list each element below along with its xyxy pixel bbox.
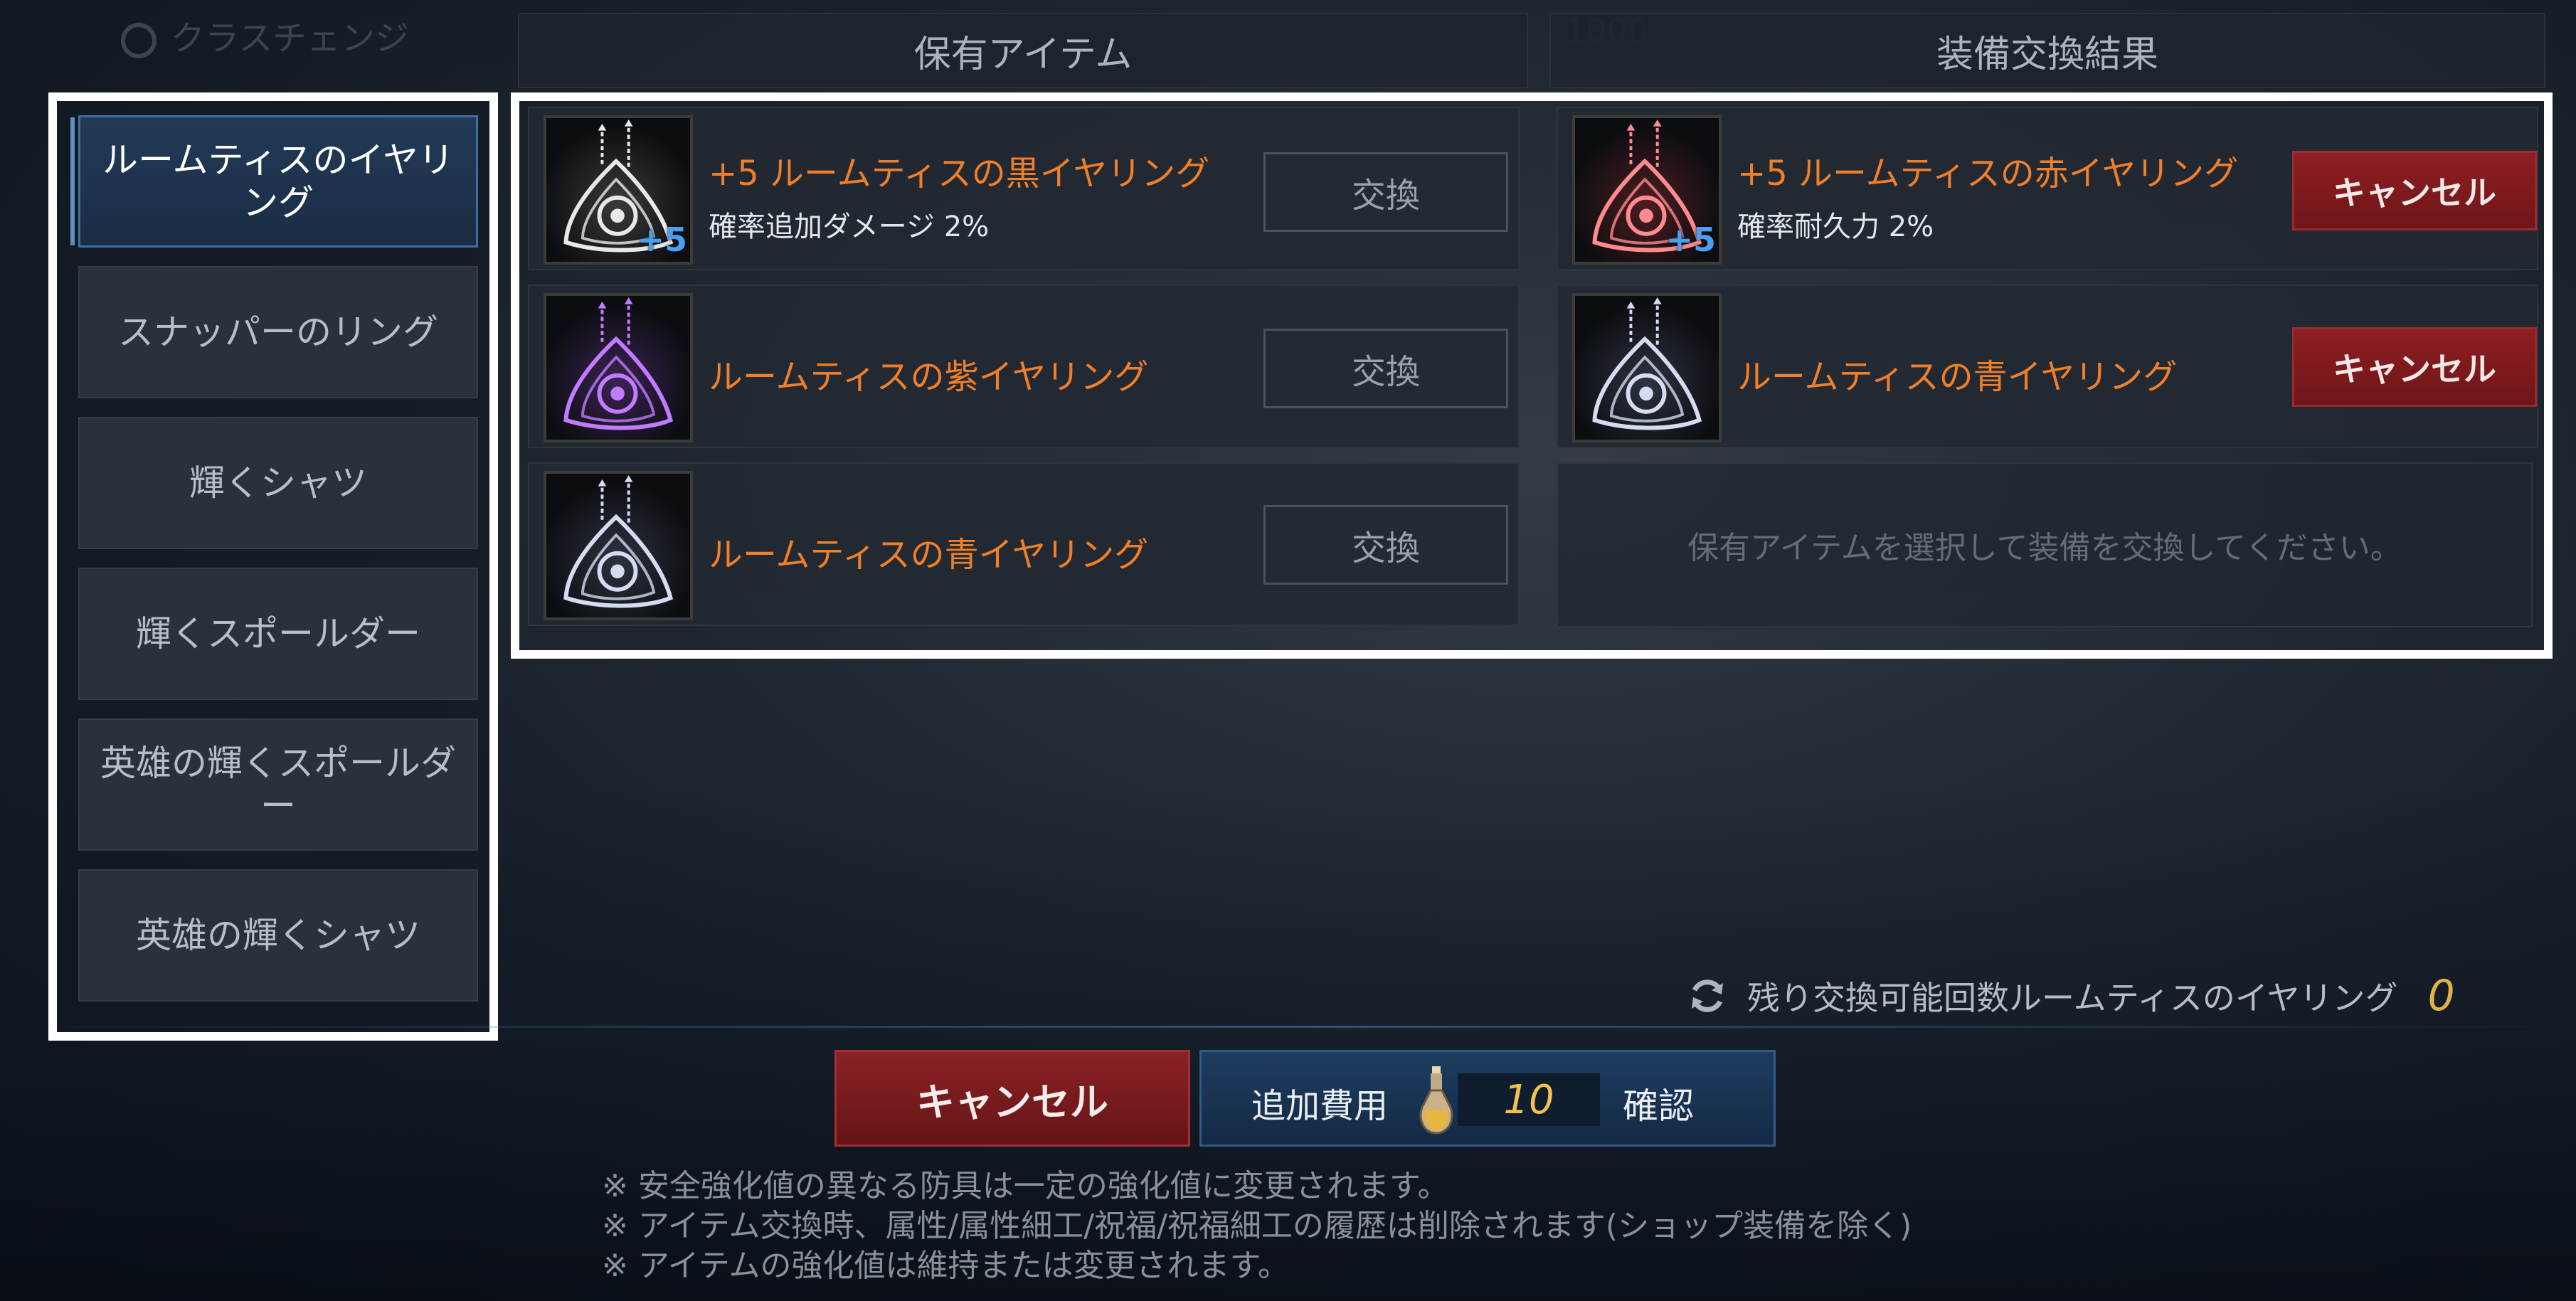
refresh-icon	[121, 23, 157, 58]
earring-purple-icon	[544, 293, 693, 442]
extra-cost-value: 10	[1458, 1073, 1600, 1126]
item-name: +5 ルームティスの黒イヤリング	[709, 154, 1210, 193]
cancel-button[interactable]: キャンセル	[834, 1050, 1190, 1147]
item-name: ルームティスの青イヤリング	[709, 535, 1149, 575]
potion-icon	[1419, 1066, 1453, 1135]
exchange-button[interactable]: 交換	[1263, 505, 1508, 585]
enhance-level-badge: +5	[637, 221, 687, 259]
sidebar-item-shining-spaulder[interactable]: 輝くスポールダー	[78, 568, 478, 700]
category-sidebar: ルームティスのイヤリング スナッパーのリング 輝くシャツ 輝くスポールダー 英雄…	[48, 92, 498, 1041]
item-name: +5 ルームティスの赤イヤリング	[1737, 154, 2239, 193]
exchange-button[interactable]: 交換	[1263, 329, 1508, 408]
class-change-ghost: クラスチェンジ	[121, 10, 409, 60]
item-option: 確率追加ダメージ 2%	[709, 211, 990, 243]
notes: ※ 安全強化値の異なる防具は一定の強化値に変更されます。 ※ アイテム交換時、属…	[602, 1167, 1912, 1286]
note-line: ※ アイテムの強化値は維持または変更されます。	[602, 1248, 1290, 1284]
owned-item-row[interactable]: ルームティスの紫イヤリング 交換	[528, 285, 1520, 448]
cancel-exchange-button[interactable]: キャンセル	[2292, 151, 2537, 230]
note-line: ※ 安全強化値の異なる防具は一定の強化値に変更されます。	[602, 1168, 1449, 1204]
sidebar-item-hero-shining-spaulder[interactable]: 英雄の輝くスポールダー	[78, 718, 478, 851]
refresh-icon	[1692, 979, 1723, 1012]
earring-silver-icon	[544, 471, 693, 620]
earring-silver-icon	[1572, 293, 1722, 442]
item-name: ルームティスの紫イヤリング	[709, 357, 1149, 397]
remaining-count-value: 0	[2427, 971, 2455, 1021]
sidebar-item-roomtis-earring[interactable]: ルームティスのイヤリング	[70, 115, 478, 248]
footer-divider	[0, 1026, 2576, 1028]
owned-item-row[interactable]: ルームティスの青イヤリング 交換	[528, 462, 1520, 626]
sidebar-item-snapper-ring[interactable]: スナッパーのリング	[78, 266, 478, 398]
confirm-button[interactable]: 追加費用 10 確認	[1199, 1050, 1776, 1147]
earring-red-icon: +5	[1572, 115, 1722, 265]
remaining-exchange-count: 残り交換可能回数ルームティスのイヤリング 0	[1686, 967, 2455, 1024]
extra-cost-label: 追加費用	[1251, 1086, 1389, 1126]
earring-white-icon: +5	[544, 115, 693, 265]
confirm-label: 確認	[1623, 1085, 1694, 1127]
note-line: ※ アイテム交換時、属性/属性細工/祝福/祝福細工の履歴は削除されます(ショップ…	[602, 1208, 1912, 1244]
result-item-row: ルームティスの青イヤリング キャンセル	[1557, 285, 2538, 448]
cancel-exchange-button[interactable]: キャンセル	[2292, 327, 2537, 407]
sidebar-item-hero-shining-shirt[interactable]: 英雄の輝くシャツ	[78, 869, 478, 1002]
remaining-label: 残り交換可能回数ルームティスのイヤリング	[1747, 979, 2398, 1017]
sidebar-item-shining-shirt[interactable]: 輝くシャツ	[78, 417, 478, 549]
empty-slot-hint: 保有アイテムを選択して装備を交換してください。	[1557, 462, 2533, 627]
owned-item-row[interactable]: +5 +5 ルームティスの黒イヤリング 確率追加ダメージ 2% 交換	[528, 107, 1520, 270]
item-name: ルームティスの青イヤリング	[1737, 357, 2178, 397]
item-option: 確率耐久力 2%	[1737, 211, 1934, 243]
result-item-row: +5 +5 ルームティスの赤イヤリング 確率耐久力 2% キャンセル	[1557, 107, 2538, 270]
enhance-level-badge: +5	[1665, 221, 1716, 259]
exchange-result-header: 装備交換結果	[1549, 13, 2545, 88]
owned-items-header: 保有アイテム	[518, 13, 1528, 88]
exchange-button[interactable]: 交換	[1263, 152, 1508, 232]
